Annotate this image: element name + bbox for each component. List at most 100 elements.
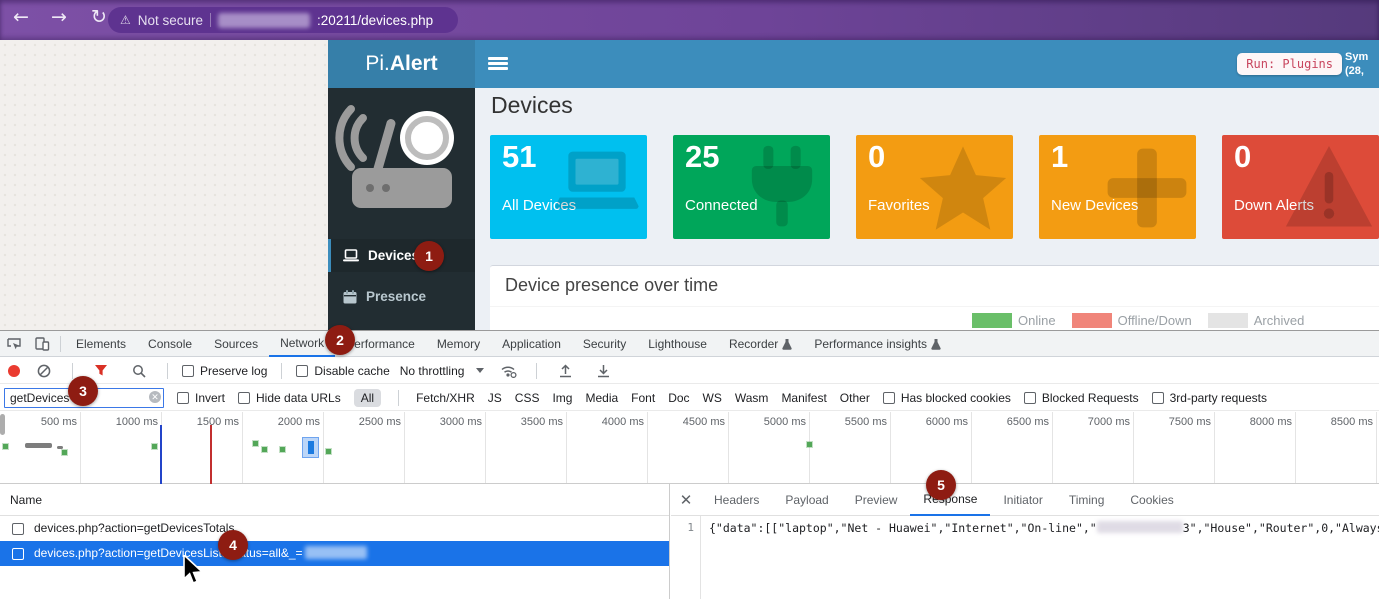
checkbox[interactable]: [883, 392, 895, 404]
panel-title: Device presence over time: [505, 275, 718, 296]
invert-checkbox[interactable]: Invert: [177, 391, 225, 405]
checkbox[interactable]: [182, 365, 194, 377]
tab-memory[interactable]: Memory: [426, 331, 491, 357]
run-plugins-button[interactable]: Run: Plugins: [1237, 53, 1342, 75]
third-party-requests-checkbox[interactable]: 3rd-party requests: [1152, 391, 1267, 405]
app-logo[interactable]: Pi.Alert: [328, 40, 475, 88]
page-title: Devices: [491, 92, 573, 119]
response-body[interactable]: 1 {"data":[["laptop","Net - Huawei","Int…: [671, 516, 1379, 599]
tab-sources[interactable]: Sources: [203, 331, 269, 357]
filter-pill-manifest[interactable]: Manifest: [781, 391, 826, 405]
tick-label: 6500 ms: [972, 412, 1053, 433]
back-icon[interactable]: ←: [8, 6, 34, 28]
warning-icon: [1283, 143, 1375, 231]
request-name-column-header[interactable]: Name: [0, 484, 669, 516]
app-content: Devices 51 All Devices 25 Connected: [475, 88, 1379, 330]
tab-lighthouse[interactable]: Lighthouse: [637, 331, 718, 357]
sidebar-item-presence[interactable]: Presence: [328, 280, 475, 313]
detail-tab-payload[interactable]: Payload: [772, 484, 841, 516]
import-har-icon[interactable]: [551, 358, 579, 383]
hide-data-urls-checkbox[interactable]: Hide data URLs: [238, 391, 341, 405]
detail-tab-timing[interactable]: Timing: [1056, 484, 1118, 516]
tab-elements[interactable]: Elements: [65, 331, 137, 357]
detail-tab-preview[interactable]: Preview: [842, 484, 911, 516]
legend-archived: Archived: [1208, 313, 1305, 328]
timeline-ruler: 500 ms 1000 ms 1500 ms 2000 ms 2500 ms 3…: [0, 412, 1379, 433]
detail-tab-headers[interactable]: Headers: [701, 484, 772, 516]
detail-tab-cookies[interactable]: Cookies: [1117, 484, 1186, 516]
checkbox[interactable]: [1152, 392, 1164, 404]
tab-console[interactable]: Console: [137, 331, 203, 357]
network-overview-timeline[interactable]: 500 ms 1000 ms 1500 ms 2000 ms 2500 ms 3…: [0, 412, 1379, 484]
tick-label: 5500 ms: [810, 412, 891, 433]
network-toolbar: Preserve log Disable cache No throttling: [0, 358, 1379, 384]
waterfall-marker: [807, 442, 812, 447]
divider: [167, 363, 168, 379]
checkbox[interactable]: [238, 392, 250, 404]
tick-label: 4000 ms: [567, 412, 648, 433]
filter-pill-css[interactable]: CSS: [515, 391, 540, 405]
export-har-icon[interactable]: [589, 358, 617, 383]
filter-pill-js[interactable]: JS: [488, 391, 502, 405]
clear-filter-icon[interactable]: ✕: [149, 391, 161, 403]
tick-label: 7000 ms: [1053, 412, 1134, 433]
search-icon[interactable]: [125, 358, 153, 383]
detail-tabbar: ✕ Headers Payload Preview Response Initi…: [671, 484, 1379, 516]
throttling-dropdown[interactable]: No throttling: [400, 364, 485, 378]
legend-offline: Offline/Down: [1072, 313, 1192, 328]
card-new-devices[interactable]: 1 New Devices: [1039, 135, 1196, 239]
request-row-get-devices-totals[interactable]: devices.php?action=getDevicesTotals: [0, 516, 669, 541]
waterfall-marker: [326, 449, 331, 454]
device-toolbar-icon[interactable]: [28, 331, 56, 356]
has-blocked-cookies-checkbox[interactable]: Has blocked cookies: [883, 391, 1011, 405]
filter-pill-media[interactable]: Media: [585, 391, 618, 405]
tab-recorder[interactable]: Recorder: [718, 331, 803, 357]
checkbox[interactable]: [296, 365, 308, 377]
filter-pill-font[interactable]: Font: [631, 391, 655, 405]
checkbox[interactable]: [177, 392, 189, 404]
record-button[interactable]: [8, 365, 20, 377]
pialert-app: Pi.Alert Run: Plugins Sym (28, Devic: [328, 40, 1379, 330]
tab-performance-insights[interactable]: Performance insights: [803, 331, 952, 357]
checkbox[interactable]: [1024, 392, 1036, 404]
forward-icon[interactable]: →: [46, 6, 72, 28]
card-connected[interactable]: 25 Connected: [673, 135, 830, 239]
filter-pill-doc[interactable]: Doc: [668, 391, 689, 405]
mouse-cursor: [182, 555, 204, 585]
tab-application[interactable]: Application: [491, 331, 572, 357]
divider: [536, 363, 537, 379]
checkbox[interactable]: [12, 523, 24, 535]
selected-request-marker[interactable]: [302, 437, 319, 458]
desktop-background: [0, 40, 328, 330]
sidebar-item-label: Devices: [368, 248, 419, 263]
filter-pill-fetch-xhr[interactable]: Fetch/XHR: [416, 391, 475, 405]
close-icon[interactable]: ✕: [671, 491, 701, 509]
detail-tab-initiator[interactable]: Initiator: [990, 484, 1055, 516]
network-conditions-icon[interactable]: [494, 358, 522, 383]
filter-pill-all[interactable]: All: [354, 389, 381, 407]
tick-label: 2500 ms: [324, 412, 405, 433]
card-favorites[interactable]: 0 Favorites: [856, 135, 1013, 239]
filter-pill-img[interactable]: Img: [552, 391, 572, 405]
calendar-icon: [343, 290, 357, 304]
clear-icon[interactable]: [30, 358, 58, 383]
inspect-element-icon[interactable]: [0, 331, 28, 356]
filter-pill-ws[interactable]: WS: [703, 391, 722, 405]
card-down-alerts[interactable]: 0 Down Alerts: [1222, 135, 1379, 239]
checkbox[interactable]: [12, 548, 24, 560]
tab-security[interactable]: Security: [572, 331, 637, 357]
filter-pill-wasm[interactable]: Wasm: [735, 391, 769, 405]
tick-label: 500 ms: [0, 412, 81, 433]
sidebar-item-label: Presence: [366, 289, 426, 304]
address-bar[interactable]: ⚠ Not secure :20211/devices.php: [108, 7, 458, 33]
filter-pill-other[interactable]: Other: [840, 391, 870, 405]
sidebar-item-devices[interactable]: Devices: [328, 239, 475, 272]
blocked-requests-checkbox[interactable]: Blocked Requests: [1024, 391, 1139, 405]
preserve-log-checkbox[interactable]: Preserve log: [182, 364, 267, 378]
menu-toggle-icon[interactable]: [488, 57, 508, 71]
disable-cache-checkbox[interactable]: Disable cache: [296, 364, 389, 378]
sidebar: Devices Presence: [328, 88, 475, 330]
card-all-devices[interactable]: 51 All Devices: [490, 135, 647, 239]
request-row-get-devices-list[interactable]: devices.php?action=getDevicesList&status…: [0, 541, 669, 566]
tick-label: 1500 ms: [162, 412, 243, 433]
